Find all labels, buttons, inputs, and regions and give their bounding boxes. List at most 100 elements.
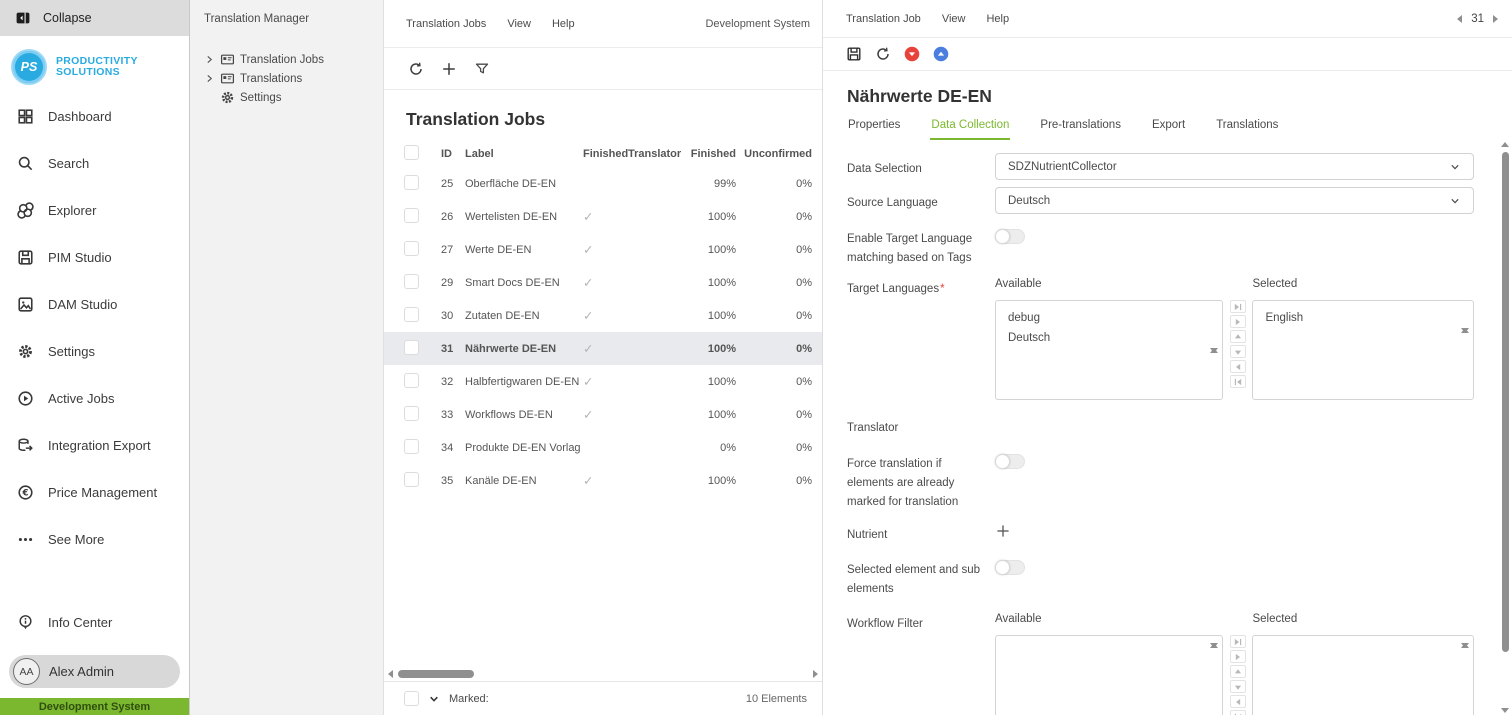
tree-item-settings[interactable]: Settings — [204, 88, 375, 107]
row-checkbox[interactable] — [404, 306, 419, 322]
menu-item-translation-job[interactable]: Translation Job — [846, 13, 921, 25]
scroll-down-arrow[interactable] — [1501, 708, 1509, 713]
refresh-button[interactable] — [875, 46, 891, 62]
add-nutrient-button[interactable] — [995, 523, 1011, 539]
table-row[interactable]: 30 Zutaten DE-EN ✓ 100% 0% — [384, 299, 822, 332]
sidebar-item-info-center[interactable]: Info Center — [0, 599, 189, 646]
add-button[interactable] — [441, 61, 457, 77]
tree-item-translation-jobs[interactable]: Translation Jobs — [204, 50, 375, 69]
table-row[interactable]: 27 Werte DE-EN ✓ 100% 0% — [384, 233, 822, 266]
scroll-down-arrow[interactable] — [1209, 643, 1218, 648]
scroll-right-arrow[interactable] — [813, 669, 818, 678]
menu-item-help[interactable]: Help — [552, 18, 575, 30]
table-row[interactable]: 29 Smart Docs DE-EN ✓ 100% 0% — [384, 266, 822, 299]
row-checkbox[interactable] — [404, 438, 419, 454]
move-all-left-button[interactable] — [1229, 375, 1246, 388]
sidebar-item-dashboard[interactable]: Dashboard — [0, 93, 189, 140]
select-all-checkbox[interactable] — [404, 144, 419, 160]
user-menu[interactable]: AA Alex Admin — [9, 655, 180, 688]
available-target-languages-list[interactable]: debug Deutsch — [995, 300, 1223, 400]
available-workflow-list[interactable] — [995, 635, 1223, 715]
sidebar-item-active-jobs[interactable]: Active Jobs — [0, 375, 189, 422]
row-checkbox[interactable] — [404, 471, 419, 487]
table-row[interactable]: 35 Kanäle DE-EN ✓ 100% 0% — [384, 464, 822, 497]
scrollbar-track[interactable] — [393, 669, 813, 678]
enable-matching-toggle[interactable] — [995, 229, 1025, 244]
move-down-button[interactable] — [1229, 680, 1246, 693]
sidebar-item-integration-export[interactable]: Integration Export — [0, 422, 189, 469]
sidebar-item-search[interactable]: Search — [0, 140, 189, 187]
sidebar-item-see-more[interactable]: See More — [0, 516, 189, 563]
move-all-right-button[interactable] — [1229, 300, 1246, 313]
move-all-left-button[interactable] — [1229, 710, 1246, 715]
move-down-button[interactable] — [1229, 345, 1246, 358]
row-checkbox[interactable] — [404, 240, 419, 256]
next-record-arrow[interactable] — [1493, 14, 1498, 23]
sidebar-item-explorer[interactable]: Explorer — [0, 187, 189, 234]
move-left-button[interactable] — [1229, 360, 1246, 373]
scroll-down-arrow[interactable] — [1461, 643, 1469, 648]
row-checkbox[interactable] — [404, 174, 419, 190]
upload-translations-button[interactable] — [933, 46, 949, 62]
table-row[interactable]: 31 Nährwerte DE-EN ✓ 100% 0% — [384, 332, 822, 365]
force-translation-toggle[interactable] — [995, 454, 1025, 469]
tab-data-collection[interactable]: Data Collection — [930, 116, 1011, 140]
sidebar-item-price-management[interactable]: € Price Management — [0, 469, 189, 516]
scrollbar-thumb[interactable] — [398, 669, 474, 678]
data-selection-select[interactable]: SDZNutrientCollector — [995, 153, 1474, 180]
scroll-down-arrow[interactable] — [1461, 328, 1469, 333]
table-row[interactable]: 34 Produkte DE-EN Vorlage 0% 0% — [384, 431, 822, 464]
horizontal-scrollbar[interactable] — [384, 666, 822, 681]
tab-export[interactable]: Export — [1151, 116, 1186, 140]
row-checkbox[interactable] — [404, 339, 419, 355]
selected-element-toggle[interactable] — [995, 560, 1025, 575]
sidebar-item-settings[interactable]: Settings — [0, 328, 189, 375]
sidebar-item-pim-studio[interactable]: PIM Studio — [0, 234, 189, 281]
table-row[interactable]: 26 Wertelisten DE-EN ✓ 100% 0% — [384, 200, 822, 233]
save-button[interactable] — [846, 46, 862, 62]
table-row[interactable]: 33 Workflows DE-EN ✓ 100% 0% — [384, 398, 822, 431]
tab-translations[interactable]: Translations — [1215, 116, 1279, 140]
list-item[interactable]: Deutsch — [996, 328, 1222, 348]
row-checkbox[interactable] — [404, 273, 419, 289]
tab-pre-translations[interactable]: Pre-translations — [1039, 116, 1122, 140]
menu-item-help[interactable]: Help — [986, 13, 1009, 25]
tab-properties[interactable]: Properties — [847, 116, 901, 140]
tree-item-translations[interactable]: Translations — [204, 69, 375, 88]
svg-text:€: € — [21, 489, 28, 499]
move-left-button[interactable] — [1229, 695, 1246, 708]
vertical-scrollbar[interactable] — [1499, 142, 1511, 713]
move-up-button[interactable] — [1229, 665, 1246, 678]
move-right-button[interactable] — [1229, 650, 1246, 663]
filter-button[interactable] — [474, 61, 490, 77]
sidebar-item-dam-studio[interactable]: DAM Studio — [0, 281, 189, 328]
scroll-up-arrow[interactable] — [1501, 142, 1509, 147]
expand-chevron-icon[interactable] — [204, 54, 215, 65]
table-row[interactable]: 32 Halbfertigwaren DE-EN ✓ 100% 0% — [384, 365, 822, 398]
row-checkbox[interactable] — [404, 372, 419, 388]
menu-item-translation-jobs[interactable]: Translation Jobs — [406, 18, 486, 30]
move-all-right-button[interactable] — [1229, 635, 1246, 648]
app-logo[interactable]: PS PRODUCTIVITY SOLUTIONS — [0, 36, 189, 91]
menu-item-view[interactable]: View — [942, 13, 966, 25]
expand-chevron-icon[interactable] — [204, 73, 215, 84]
marked-checkbox[interactable] — [404, 691, 419, 706]
menu-item-view[interactable]: View — [507, 18, 531, 30]
row-checkbox[interactable] — [404, 405, 419, 421]
collapse-button[interactable]: Collapse — [0, 0, 189, 36]
scroll-down-arrow[interactable] — [1209, 348, 1218, 353]
selected-target-languages-list[interactable]: English — [1252, 300, 1474, 400]
selected-workflow-list[interactable] — [1252, 635, 1474, 715]
scrollbar-thumb[interactable] — [1501, 152, 1509, 652]
list-item[interactable]: debug — [996, 308, 1222, 328]
prev-record-arrow[interactable] — [1457, 14, 1463, 23]
source-language-select[interactable]: Deutsch — [995, 187, 1474, 214]
list-item[interactable]: English — [1253, 308, 1473, 328]
table-row[interactable]: 25 Oberfläche DE-EN 99% 0% — [384, 167, 822, 200]
move-up-button[interactable] — [1229, 330, 1246, 343]
download-translations-button[interactable] — [904, 46, 920, 62]
move-right-button[interactable] — [1229, 315, 1246, 328]
refresh-button[interactable] — [408, 61, 424, 77]
chevron-down-icon[interactable] — [428, 693, 440, 705]
row-checkbox[interactable] — [404, 207, 419, 223]
